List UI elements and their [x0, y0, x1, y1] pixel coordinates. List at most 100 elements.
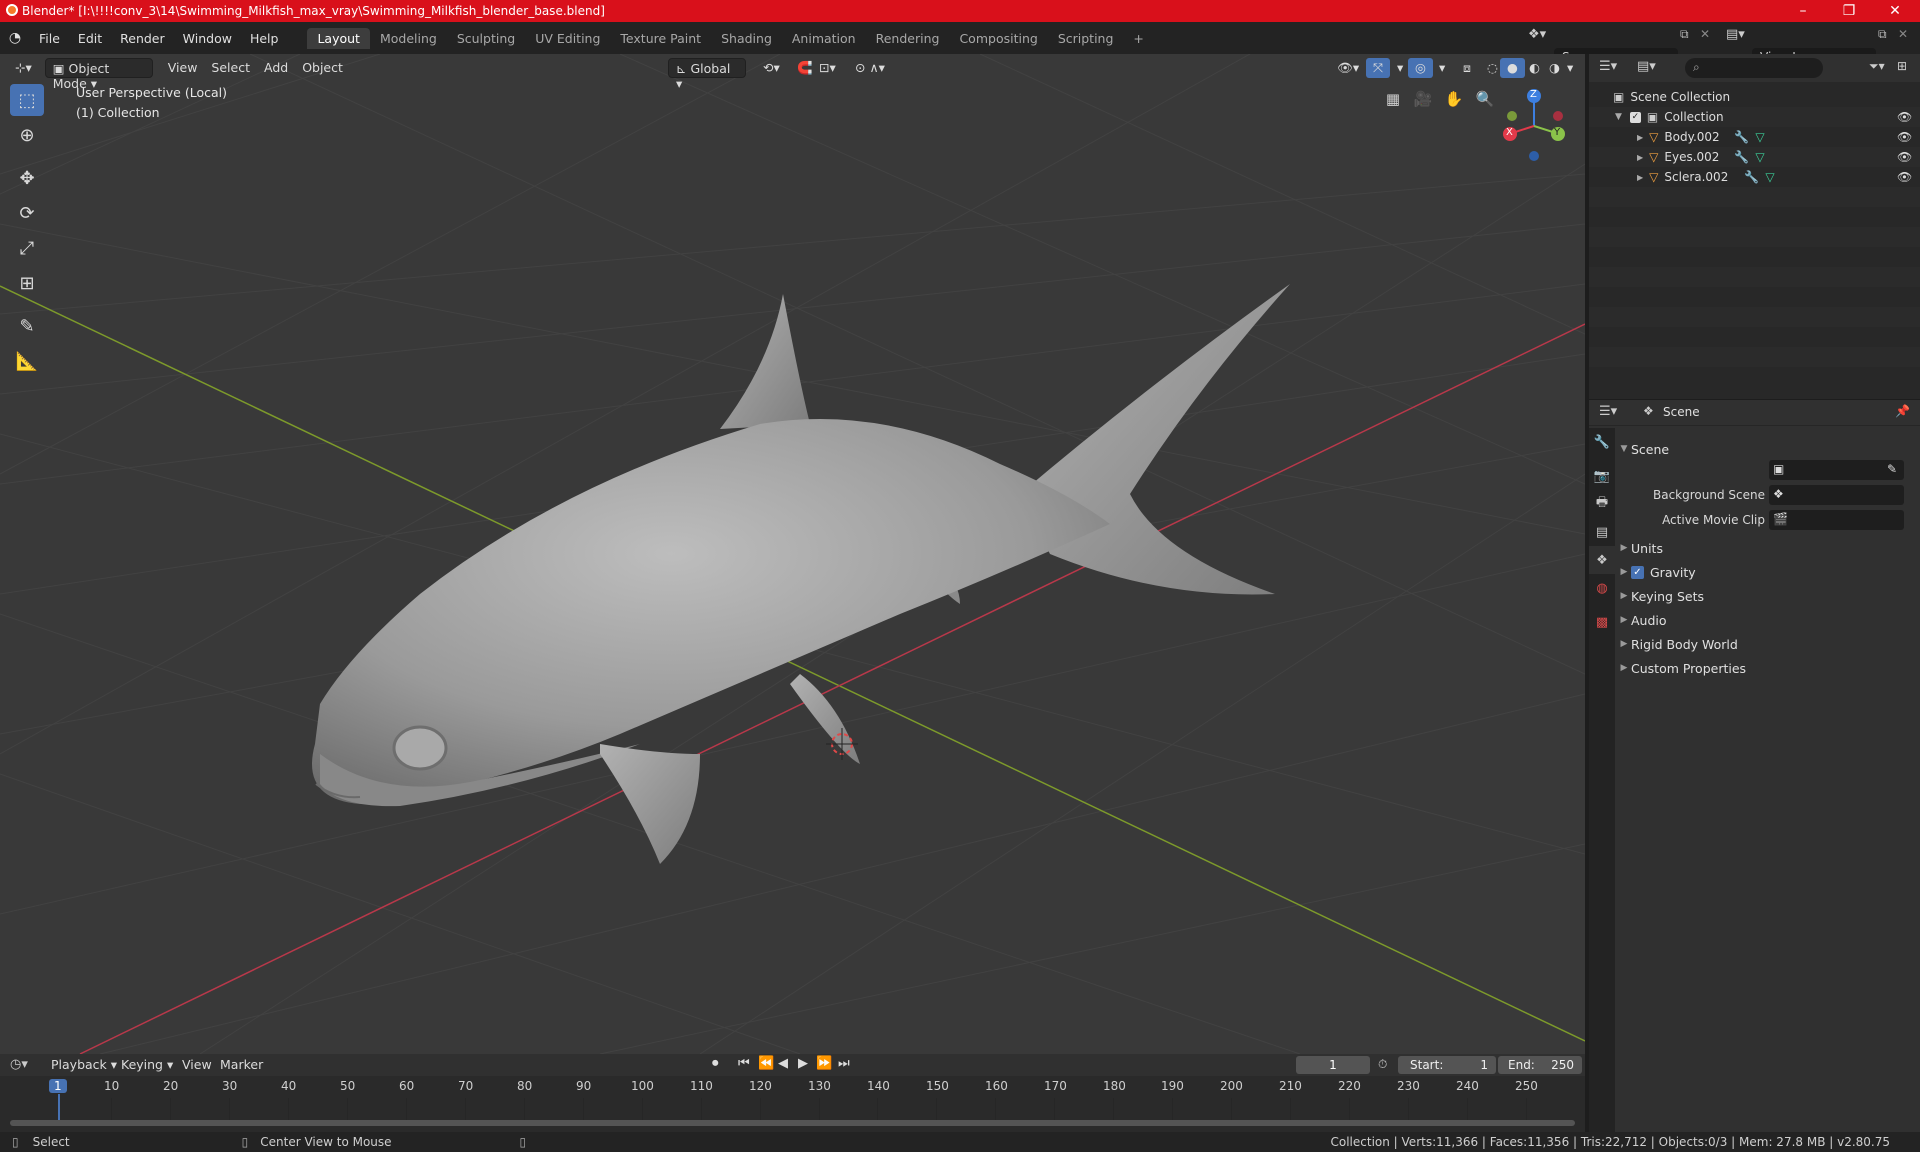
select-box-tool-icon[interactable]: ⬚: [10, 84, 44, 116]
camera-field[interactable]: ▣ ✎: [1769, 460, 1904, 480]
outliner-row-object[interactable]: ▶ ▽ Sclera.002 🔧 ▽ 👁: [1589, 167, 1920, 187]
scene-browse-icon[interactable]: ❖▾: [1528, 27, 1546, 42]
editor-type-button[interactable]: ⊹▾: [8, 58, 39, 78]
pan-view-icon[interactable]: ✋: [1441, 86, 1467, 112]
eyedropper-icon[interactable]: ✎: [1887, 462, 1897, 476]
expand-object-icon[interactable]: ▶: [1637, 133, 1643, 142]
xray-toggle-icon[interactable]: ⧈: [1456, 58, 1478, 78]
object-visibility-icon[interactable]: 👁▾: [1330, 58, 1366, 78]
object-visibility-eye-icon[interactable]: 👁: [1897, 170, 1912, 184]
menu-playback[interactable]: Playback ▾: [44, 1055, 124, 1075]
gizmo-toggle-icon[interactable]: ⤧: [1366, 58, 1391, 78]
toggle-ortho-icon[interactable]: ▦: [1380, 86, 1406, 112]
menu-render[interactable]: Render: [111, 31, 174, 46]
output-tab-icon[interactable]: 🖶: [1589, 490, 1615, 518]
menu-view[interactable]: View: [161, 58, 205, 78]
play-icon[interactable]: ▶: [798, 1056, 808, 1071]
play-reverse-icon[interactable]: ◀: [778, 1056, 788, 1071]
camera-view-icon[interactable]: 🎥: [1410, 86, 1436, 112]
tab-texture-paint[interactable]: Texture Paint: [610, 28, 711, 49]
collection-checkbox[interactable]: ✓: [1629, 111, 1641, 123]
expand-object-icon[interactable]: ▶: [1637, 173, 1643, 182]
jump-end-icon[interactable]: ⏭: [838, 1056, 850, 1071]
end-frame-field[interactable]: End: 250: [1498, 1056, 1582, 1074]
current-frame-field[interactable]: 1: [1296, 1056, 1370, 1074]
shading-dropdown-icon[interactable]: ▾: [1560, 58, 1580, 78]
gravity-checkbox[interactable]: ✓: [1631, 565, 1644, 579]
tab-rendering[interactable]: Rendering: [866, 28, 950, 49]
outliner-row-collection[interactable]: ▼ ✓ ▣ Collection 👁: [1589, 107, 1920, 127]
maximize-button[interactable]: ❐: [1826, 0, 1872, 22]
tab-uv-editing[interactable]: UV Editing: [525, 28, 610, 49]
tab-compositing[interactable]: Compositing: [949, 28, 1047, 49]
properties-editor-type-icon[interactable]: ☰▾: [1599, 404, 1617, 419]
menu-edit[interactable]: Edit: [69, 31, 111, 46]
outliner-row-object[interactable]: ▶ ▽ Eyes.002 🔧 ▽ 👁: [1589, 147, 1920, 167]
transform-orientation-dropdown[interactable]: ⊾ Global ▾: [668, 58, 746, 91]
menu-keying[interactable]: Keying ▾: [114, 1055, 180, 1075]
menu-object[interactable]: Object: [295, 58, 350, 78]
mesh-data-icon[interactable]: ▽: [1765, 170, 1774, 184]
prev-keyframe-icon[interactable]: ⏪: [758, 1056, 774, 1071]
mode-dropdown[interactable]: ▣ Object Mode ▾: [44, 58, 153, 91]
menu-add[interactable]: Add: [257, 58, 295, 78]
jump-start-icon[interactable]: ⏮: [738, 1056, 750, 1071]
outliner-row-scene-collection[interactable]: ▣ Scene Collection: [1589, 87, 1920, 107]
delete-view-layer-icon[interactable]: ✕: [1898, 27, 1908, 41]
timeline-scrollbar[interactable]: [10, 1120, 1575, 1126]
start-frame-field[interactable]: Start: 1: [1398, 1056, 1496, 1074]
tab-sculpting[interactable]: Sculpting: [447, 28, 525, 49]
outliner-search-input[interactable]: ⌕: [1685, 58, 1823, 78]
scene-tab-icon[interactable]: ❖: [1589, 546, 1615, 574]
tab-layout[interactable]: Layout: [307, 27, 370, 49]
display-mode-icon[interactable]: ▤▾: [1637, 59, 1656, 74]
transform-tool-icon[interactable]: ⊞: [10, 267, 44, 299]
menu-select[interactable]: Select: [204, 58, 257, 78]
new-scene-icon[interactable]: ⧉: [1680, 27, 1689, 42]
collection-visibility-eye-icon[interactable]: 👁: [1897, 110, 1912, 124]
outliner-editor-type-icon[interactable]: ☰▾: [1599, 59, 1617, 74]
object-visibility-eye-icon[interactable]: 👁: [1897, 130, 1912, 144]
world-tab-icon[interactable]: ◍: [1589, 574, 1615, 602]
tab-scripting[interactable]: Scripting: [1048, 28, 1124, 49]
record-icon[interactable]: ⏺: [712, 1056, 719, 1071]
milkfish-model[interactable]: [312, 284, 1290, 864]
zoom-view-icon[interactable]: 🔍: [1472, 86, 1498, 112]
texture-tab-icon[interactable]: ▩: [1589, 608, 1615, 636]
object-visibility-eye-icon[interactable]: 👁: [1897, 150, 1912, 164]
playhead-line[interactable]: [58, 1094, 60, 1122]
outliner-row-object[interactable]: ▶ ▽ Body.002 🔧 ▽ 👁: [1589, 127, 1920, 147]
modifier-wrench-icon[interactable]: 🔧: [1734, 150, 1749, 164]
timeline-editor-type-icon[interactable]: ◷▾: [10, 1057, 28, 1072]
active-movie-clip-field[interactable]: 🎬: [1769, 510, 1904, 530]
expand-object-icon[interactable]: ▶: [1637, 153, 1643, 162]
next-keyframe-icon[interactable]: ⏩: [816, 1056, 832, 1071]
modifier-wrench-icon[interactable]: 🔧: [1744, 170, 1759, 184]
new-collection-icon[interactable]: ⊞: [1897, 59, 1907, 73]
menu-window[interactable]: Window: [174, 31, 241, 46]
rigid-body-world-subpanel[interactable]: ▶ Rigid Body World: [1617, 632, 1917, 656]
snap-target-icon[interactable]: ⊡▾: [812, 58, 843, 78]
cursor-tool-icon[interactable]: ⊕: [10, 119, 44, 151]
proportional-edit-icon[interactable]: ⊙ ∧▾: [848, 58, 892, 78]
mesh-data-icon[interactable]: ▽: [1755, 150, 1764, 164]
menu-marker[interactable]: Marker: [213, 1055, 270, 1075]
playhead-frame-label[interactable]: 1: [49, 1079, 67, 1093]
background-scene-field[interactable]: ❖: [1769, 485, 1904, 505]
tab-animation[interactable]: Animation: [782, 28, 866, 49]
menu-file[interactable]: File: [30, 31, 69, 46]
overlays-dropdown-icon[interactable]: ▾: [1432, 58, 1452, 78]
minimize-button[interactable]: –: [1780, 0, 1826, 22]
preview-range-icon[interactable]: ⏱: [1378, 1057, 1387, 1072]
custom-properties-subpanel[interactable]: ▶ Custom Properties: [1617, 656, 1917, 680]
mesh-data-icon[interactable]: ▽: [1755, 130, 1764, 144]
filter-icon[interactable]: ⏷▾: [1869, 59, 1885, 74]
scene-panel-header[interactable]: ▼ Scene: [1617, 437, 1917, 461]
tab-shading[interactable]: Shading: [711, 28, 782, 49]
modifier-wrench-icon[interactable]: 🔧: [1734, 130, 1749, 144]
3d-viewport[interactable]: Z X Y ⊹▾ ▣ Object Mode ▾ View Select Add…: [0, 54, 1585, 1054]
menu-help[interactable]: Help: [241, 31, 288, 46]
measure-tool-icon[interactable]: 📐: [10, 345, 44, 377]
close-button[interactable]: ✕: [1872, 0, 1918, 22]
audio-subpanel[interactable]: ▶ Audio: [1617, 608, 1917, 632]
